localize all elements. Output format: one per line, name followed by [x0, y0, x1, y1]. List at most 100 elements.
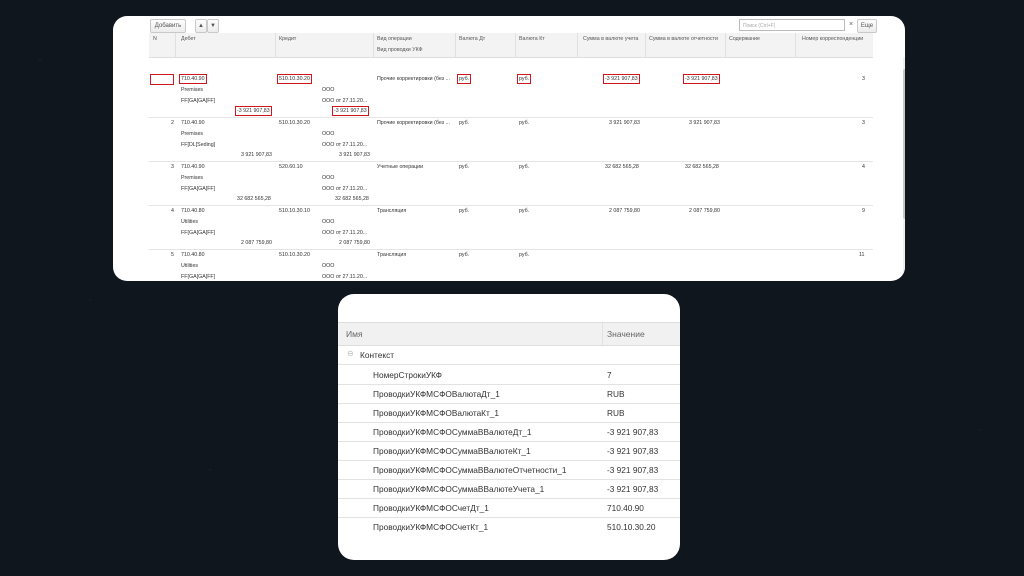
col-corr-no[interactable]: Номер корреспонденции	[802, 36, 863, 42]
debit-subconto-1: Premises	[181, 131, 204, 137]
corr-number: 9	[862, 208, 865, 214]
currency-dt: руб.	[459, 252, 470, 258]
credit-subconto-1: ООО	[322, 175, 335, 181]
property-value: 710.40.90	[607, 503, 644, 513]
credit-amount: 32 682 565,28	[335, 196, 369, 202]
clear-search-button[interactable]: ×	[847, 19, 855, 31]
scrollbar-thumb[interactable]	[903, 69, 905, 219]
credit-subconto-2: ООО от 27.11.20...	[322, 230, 368, 236]
corr-number: 11	[859, 252, 865, 258]
credit-subconto-2: ООО от 27.11.20...	[322, 98, 368, 104]
credit-amount: -3 921 907,83	[332, 106, 369, 116]
property-name: ПроводкиУКФМСФОВалютаКт_1	[373, 408, 500, 418]
debit-account: 710.40.90	[179, 74, 207, 84]
credit-account: 510.10.30.20	[279, 252, 310, 258]
col-op-type-sub[interactable]: Вид проводки УКФ	[377, 47, 423, 53]
col-cur-kt[interactable]: Валюта Кт	[519, 36, 545, 42]
property-value: 510.10.30.20	[607, 522, 656, 532]
property-value: -3 921 907,83	[607, 427, 659, 437]
debit-amount: -3 921 907,83	[235, 106, 272, 116]
property-name: ПроводкиУКФМСФОСуммаВВалютеКт_1	[373, 446, 531, 456]
table-header: N Дебет Кредит Вид операции Вид проводки…	[149, 33, 873, 58]
debit-subconto-2: FF[GA[GA[FF]	[181, 98, 216, 104]
table-row[interactable]: 3 710.40.90 Premises FF[GA[GA[FF] 32 682…	[149, 161, 873, 206]
table-row[interactable]: 2 710.40.90 Premises FF[DL[Seding] 3 921…	[149, 117, 873, 162]
property-row[interactable]: ПроводкиУКФМСФОВалютаКт_1 RUB	[338, 403, 680, 423]
arrow-down-icon[interactable]: ▼	[207, 19, 219, 33]
currency-dt: руб.	[456, 74, 472, 84]
collapse-icon[interactable]: ⊖	[347, 349, 354, 358]
debit-account: 710.40.80	[181, 208, 205, 214]
debit-subconto-2: FF[DL[Seding]	[181, 142, 216, 148]
credit-amount: 3 921 907,83	[339, 152, 370, 158]
col-n[interactable]: N	[153, 36, 157, 42]
arrow-up-icon[interactable]: ▲	[195, 19, 207, 33]
credit-subconto-2: ООО от 27.11.20...	[322, 274, 368, 280]
property-row[interactable]: ПроводкиУКФМСФОСчетКт_1 510.10.30.20	[338, 517, 680, 536]
property-row[interactable]: ПроводкиУКФМСФОСуммаВВалютеКт_1 -3 921 9…	[338, 441, 680, 461]
col-op-type[interactable]: Вид операции	[377, 36, 412, 42]
sum-reporting: -3 921 907,83	[683, 74, 720, 84]
debit-subconto-2: FF[GA[GA[FF]	[181, 186, 216, 192]
property-row[interactable]: ПроводкиУКФМСФОСчетДт_1 710.40.90	[338, 498, 680, 518]
credit-account: 510.10.30.10	[279, 208, 310, 214]
table-row[interactable]: 5 710.40.80 Utilities FF[GA[GA[FF] 510.1…	[149, 249, 873, 281]
group-label: Контекст	[360, 350, 395, 360]
col-name-header[interactable]: Имя	[346, 329, 363, 339]
postings-window: Добавить ▲ ▼ Поиск (Ctrl+F) × Еще N Дебе…	[113, 16, 905, 281]
row-number: 4	[171, 208, 174, 214]
property-value: -3 921 907,83	[607, 446, 659, 456]
property-value: RUB	[607, 408, 625, 418]
table-row[interactable]: 710.40.90 Premises FF[GA[GA[FF] -3 921 9…	[149, 73, 873, 118]
sum-reporting: 32 682 565,28	[685, 164, 719, 170]
property-name: ПроводкиУКФМСФОСчетКт_1	[373, 522, 489, 532]
currency-dt: руб.	[459, 164, 470, 170]
row-number: 5	[171, 252, 174, 258]
col-debit[interactable]: Дебет	[181, 36, 196, 42]
currency-kt: руб.	[519, 208, 530, 214]
debit-amount: 3 921 907,83	[241, 152, 272, 158]
col-sum-rep[interactable]: Сумма в валюте отчетности	[649, 36, 718, 42]
vertical-scrollbar[interactable]	[903, 57, 905, 281]
row-number-cell	[150, 74, 174, 85]
group-row-context[interactable]: ⊖ Контекст	[338, 345, 680, 365]
operation-type: Трансляция	[377, 208, 407, 214]
col-content[interactable]: Содержание	[729, 36, 760, 42]
property-name: ПроводкиУКФМСФОСуммаВВалютеУчета_1	[373, 484, 545, 494]
col-cur-dt[interactable]: Валюта Дт	[459, 36, 485, 42]
postings-table: N Дебет Кредит Вид операции Вид проводки…	[149, 33, 905, 281]
col-sum-acc[interactable]: Сумма в валюте учета	[583, 36, 638, 42]
credit-subconto-1: ООО	[322, 131, 335, 137]
corr-number: 4	[862, 164, 865, 170]
currency-kt: руб.	[516, 74, 532, 84]
add-button[interactable]: Добавить	[150, 19, 186, 33]
property-row[interactable]: ПроводкиУКФМСФОВалютаДт_1 RUB	[338, 384, 680, 404]
search-input[interactable]: Поиск (Ctrl+F)	[739, 19, 845, 31]
col-value-header[interactable]: Значение	[607, 329, 645, 339]
operation-type: Учетные операции	[377, 164, 424, 170]
debit-subconto-1: Premises	[181, 87, 204, 93]
debit-subconto-1: Utilities	[181, 263, 199, 269]
col-credit[interactable]: Кредит	[279, 36, 296, 42]
credit-subconto-2: ООО от 27.11.20...	[322, 142, 368, 148]
property-value: 7	[607, 370, 612, 380]
property-value: -3 921 907,83	[607, 465, 659, 475]
property-row[interactable]: НомерСтрокиУКФ 7	[338, 365, 680, 385]
operation-type: Трансляция	[377, 252, 407, 258]
table-row[interactable]: 4 710.40.80 Utilities FF[GA[GA[FF] 2 087…	[149, 205, 873, 250]
property-row[interactable]: ПроводкиУКФМСФОСуммаВВалютеДт_1 -3 921 9…	[338, 422, 680, 442]
debit-account: 710.40.80	[181, 252, 205, 258]
property-row[interactable]: ПроводкиУКФМСФОСуммаВВалютеОтчетности_1 …	[338, 460, 680, 480]
properties-header: Имя Значение	[338, 322, 680, 346]
sum-accounting: 3 921 907,83	[609, 120, 640, 126]
operation-type: Прочие корректировки (без ...	[377, 76, 450, 82]
more-button[interactable]: Еще	[857, 19, 877, 33]
sum-accounting: -3 921 907,83	[603, 74, 640, 84]
debit-account: 710.40.90	[181, 120, 205, 126]
debit-amount: 2 087 759,80	[241, 240, 272, 246]
property-name: ПроводкиУКФМСФОСчетДт_1	[373, 503, 489, 513]
property-row[interactable]: ПроводкиУКФМСФОСуммаВВалютеУчета_1 -3 92…	[338, 479, 680, 499]
operation-type: Прочие корректировки (без ...	[377, 120, 450, 126]
property-name: ПроводкиУКФМСФОСуммаВВалютеОтчетности_1	[373, 465, 567, 475]
credit-subconto-1: ООО	[322, 219, 335, 225]
